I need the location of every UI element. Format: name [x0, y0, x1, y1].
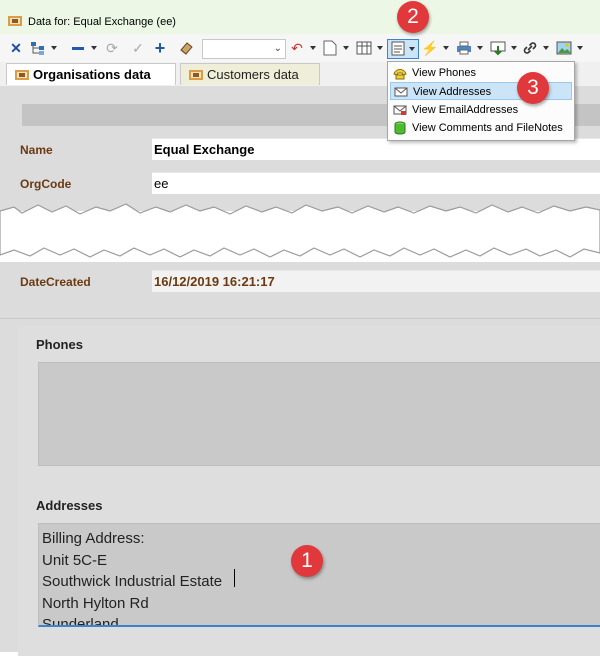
chevron-down-icon[interactable] — [477, 46, 483, 50]
menu-item-label: View Phones — [412, 67, 477, 79]
minus-icon[interactable] — [70, 40, 86, 56]
view-icon — [391, 41, 405, 56]
menu-item-view-emailaddresses[interactable]: View EmailAddresses — [390, 101, 572, 119]
chevron-down-icon[interactable] — [343, 46, 349, 50]
view-dropdown-menu: View Phones View Addresses View EmailAdd… — [387, 61, 575, 141]
print-icon[interactable] — [456, 40, 472, 56]
lightning-icon[interactable]: ⚡ — [421, 40, 438, 56]
link-icon[interactable] — [522, 40, 538, 56]
table-icon[interactable] — [356, 40, 372, 56]
menu-item-label: View Comments and FileNotes — [412, 122, 563, 134]
chevron-down-icon[interactable] — [543, 46, 549, 50]
name-field[interactable]: Equal Exchange — [152, 138, 600, 160]
menu-item-view-comments[interactable]: View Comments and FileNotes — [390, 119, 572, 137]
divider — [0, 318, 600, 319]
filter-combo[interactable]: ⌄ — [202, 39, 286, 59]
addresses-heading: Addresses — [36, 498, 103, 513]
tab-label: Customers data — [207, 67, 299, 82]
chevron-down-icon[interactable] — [377, 46, 383, 50]
tab-icon — [15, 70, 29, 80]
address-line: North Hylton Rd — [42, 594, 149, 612]
database-icon — [394, 121, 406, 135]
title-bar: Data for: Equal Exchange (ee) — [0, 0, 600, 34]
envelope-icon — [394, 87, 408, 97]
tab-icon — [189, 70, 203, 80]
orgcode-label: OrgCode — [20, 177, 72, 191]
address-line: Billing Address: — [42, 530, 145, 547]
download-icon[interactable] — [490, 40, 506, 56]
address-line: Southwick Industrial Estate — [42, 573, 223, 590]
addresses-textarea[interactable]: Billing Address: Unit 5C-E Southwick Indus… — [38, 523, 600, 627]
menu-item-label: View Addresses — [413, 86, 492, 98]
chevron-down-icon[interactable] — [443, 46, 449, 50]
toolbar: ✕ ⟳ ✓ + ⌄ ↶ ⚡ — [0, 34, 600, 62]
tab-customers[interactable]: Customers data — [180, 63, 320, 85]
eraser-icon[interactable] — [178, 40, 194, 56]
phones-heading: Phones — [36, 337, 83, 352]
chevron-down-icon — [409, 47, 415, 51]
address-line: Sunderland — [42, 616, 119, 627]
refresh-icon[interactable]: ⟳ — [104, 40, 120, 56]
tab-organisations[interactable]: Organisations data — [6, 63, 176, 85]
picture-icon[interactable] — [556, 40, 572, 56]
document-icon[interactable] — [322, 40, 338, 56]
text-caret — [234, 569, 235, 587]
chevron-down-icon[interactable] — [91, 46, 97, 50]
menu-item-label: View EmailAddresses — [412, 104, 519, 116]
view-button[interactable] — [387, 39, 419, 59]
datecreated-field[interactable]: 16/12/2019 16:21:17 — [152, 270, 600, 292]
chevron-down-icon[interactable] — [51, 46, 57, 50]
torn-edge-break — [0, 203, 600, 258]
chevron-down-icon[interactable] — [310, 46, 316, 50]
callout-badge: 3 — [517, 72, 549, 104]
phones-list[interactable] — [38, 362, 600, 466]
chevron-down-icon: ⌄ — [273, 43, 282, 54]
window-title: Data for: Equal Exchange (ee) — [28, 16, 176, 28]
orgcode-field[interactable]: ee — [152, 172, 600, 194]
chevron-down-icon[interactable] — [511, 46, 517, 50]
check-icon[interactable]: ✓ — [130, 40, 146, 56]
email-icon — [393, 105, 407, 115]
chevron-down-icon[interactable] — [577, 46, 583, 50]
plus-icon[interactable]: + — [152, 39, 168, 57]
name-label: Name — [20, 143, 53, 157]
phone-icon — [393, 69, 407, 80]
tree-icon[interactable] — [30, 40, 46, 56]
datecreated-label: DateCreated — [20, 275, 91, 289]
undo-icon[interactable]: ↶ — [289, 40, 305, 56]
callout-badge: 1 — [291, 545, 323, 577]
app-icon — [8, 16, 22, 26]
callout-badge: 2 — [397, 1, 429, 33]
tab-label: Organisations data — [33, 67, 151, 82]
close-x-icon[interactable]: ✕ — [8, 40, 24, 56]
